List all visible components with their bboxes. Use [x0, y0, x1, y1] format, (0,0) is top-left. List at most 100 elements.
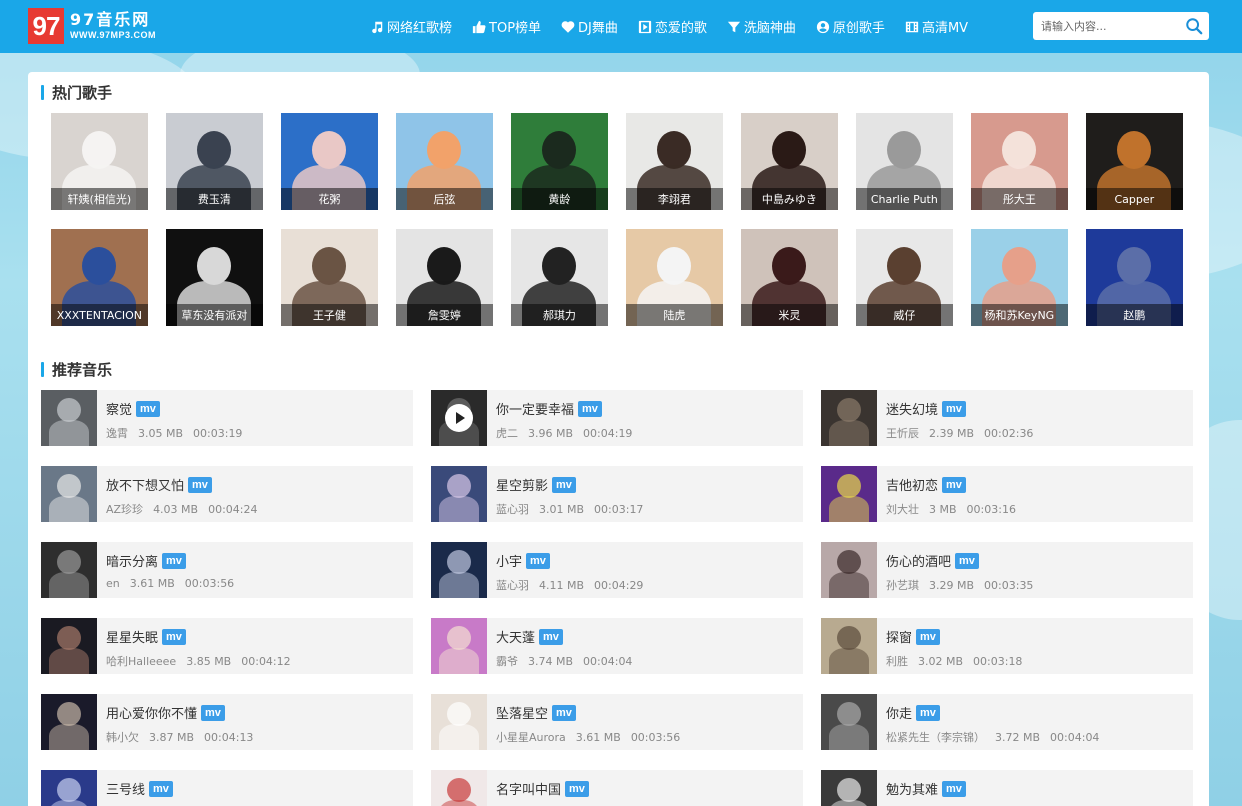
- song-item[interactable]: 伤心的酒吧 mv 孙艺琪 3.29 MB 00:03:35: [821, 542, 1193, 598]
- song-artist[interactable]: 虎二: [496, 427, 518, 440]
- song-artist[interactable]: 蓝心羽: [496, 579, 529, 592]
- singer-card[interactable]: 草东没有派对: [166, 229, 263, 326]
- song-artist[interactable]: 刘大壮: [886, 503, 919, 516]
- nav-item-film[interactable]: 高清MV: [905, 17, 968, 36]
- song-item[interactable]: 察觉 mv 逸霄 3.05 MB 00:03:19: [41, 390, 413, 446]
- singer-card[interactable]: 花粥: [281, 113, 378, 210]
- song-artist[interactable]: 利胜: [886, 655, 908, 668]
- nav-item-thumbs-up[interactable]: TOP榜单: [472, 17, 541, 36]
- singer-card[interactable]: 中島みゆき: [741, 113, 838, 210]
- song-artist[interactable]: 逸霄: [106, 427, 128, 440]
- nav-item-filter[interactable]: 洗脑神曲: [727, 17, 796, 36]
- singer-card[interactable]: 杨和苏KeyNG: [971, 229, 1068, 326]
- song-title[interactable]: 星星失眠: [106, 627, 158, 646]
- song-title[interactable]: 迷失幻境: [886, 399, 938, 418]
- song-artist[interactable]: AZ珍珍: [106, 503, 143, 516]
- mv-badge[interactable]: mv: [162, 628, 186, 645]
- mv-badge[interactable]: mv: [565, 780, 589, 797]
- mv-badge[interactable]: mv: [149, 780, 173, 797]
- mv-badge[interactable]: mv: [526, 552, 550, 569]
- song-item[interactable]: 坠落星空 mv 小星星Aurora 3.61 MB 00:03:56: [431, 694, 803, 750]
- song-title[interactable]: 伤心的酒吧: [886, 551, 951, 570]
- song-item[interactable]: 放不下想又怕 mv AZ珍珍 4.03 MB 00:04:24: [41, 466, 413, 522]
- site-logo[interactable]: 97 97音乐网 WWW.97MP3.COM: [28, 8, 156, 44]
- mv-badge[interactable]: mv: [188, 476, 212, 493]
- song-item[interactable]: 你走 mv 松紧先生（李宗锦） 3.72 MB 00:04:04: [821, 694, 1193, 750]
- singer-card[interactable]: Charlie Puth: [856, 113, 953, 210]
- singer-card[interactable]: 詹雯婷: [396, 229, 493, 326]
- mv-badge[interactable]: mv: [955, 552, 979, 569]
- mv-badge[interactable]: mv: [578, 400, 602, 417]
- singer-card[interactable]: XXXTENTACION: [51, 229, 148, 326]
- play-icon[interactable]: [445, 404, 473, 432]
- singer-card[interactable]: 后弦: [396, 113, 493, 210]
- song-item[interactable]: 名字叫中国 mv: [431, 770, 803, 806]
- mv-badge[interactable]: mv: [162, 552, 186, 569]
- singer-card[interactable]: 陆虎: [626, 229, 723, 326]
- song-item[interactable]: 暗示分离 mv en 3.61 MB 00:03:56: [41, 542, 413, 598]
- singer-card[interactable]: 费玉清: [166, 113, 263, 210]
- song-title[interactable]: 吉他初恋: [886, 475, 938, 494]
- song-item[interactable]: 星空剪影 mv 蓝心羽 3.01 MB 00:03:17: [431, 466, 803, 522]
- singer-card[interactable]: 彤大王: [971, 113, 1068, 210]
- song-title[interactable]: 察觉: [106, 399, 132, 418]
- song-title[interactable]: 暗示分离: [106, 551, 158, 570]
- song-artist[interactable]: 韩小欠: [106, 731, 139, 744]
- mv-badge[interactable]: mv: [942, 400, 966, 417]
- song-item[interactable]: 大天蓬 mv 霸爷 3.74 MB 00:04:04: [431, 618, 803, 674]
- song-item[interactable]: 吉他初恋 mv 刘大壮 3 MB 00:03:16: [821, 466, 1193, 522]
- song-artist[interactable]: 小星星Aurora: [496, 731, 566, 744]
- nav-item-heart[interactable]: DJ舞曲: [561, 17, 618, 36]
- nav-item-music-note[interactable]: 网络红歌榜: [370, 17, 452, 36]
- song-title[interactable]: 你走: [886, 703, 912, 722]
- song-artist[interactable]: 蓝心羽: [496, 503, 529, 516]
- mv-badge[interactable]: mv: [942, 476, 966, 493]
- singer-card[interactable]: 威仔: [856, 229, 953, 326]
- song-title[interactable]: 探窗: [886, 627, 912, 646]
- song-artist[interactable]: en: [106, 577, 120, 590]
- song-title[interactable]: 小宇: [496, 551, 522, 570]
- song-item[interactable]: 用心爱你你不懂 mv 韩小欠 3.87 MB 00:04:13: [41, 694, 413, 750]
- search-icon[interactable]: [1185, 17, 1203, 35]
- song-artist[interactable]: 哈利Halleeee: [106, 655, 176, 668]
- mv-badge[interactable]: mv: [916, 628, 940, 645]
- mv-badge[interactable]: mv: [552, 476, 576, 493]
- singer-card[interactable]: Capper: [1086, 113, 1183, 210]
- singer-card[interactable]: 赵鹏: [1086, 229, 1183, 326]
- mv-badge[interactable]: mv: [201, 704, 225, 721]
- song-title[interactable]: 星空剪影: [496, 475, 548, 494]
- song-title[interactable]: 放不下想又怕: [106, 475, 184, 494]
- song-artist[interactable]: 王忻辰: [886, 427, 919, 440]
- song-artist[interactable]: 松紧先生（李宗锦）: [886, 731, 985, 744]
- song-item[interactable]: 探窗 mv 利胜 3.02 MB 00:03:18: [821, 618, 1193, 674]
- song-item[interactable]: 三号线 mv: [41, 770, 413, 806]
- song-title[interactable]: 你一定要幸福: [496, 399, 574, 418]
- mv-badge[interactable]: mv: [942, 780, 966, 797]
- singer-card[interactable]: 李翊君: [626, 113, 723, 210]
- mv-badge[interactable]: mv: [539, 628, 563, 645]
- song-artist[interactable]: 霸爷: [496, 655, 518, 668]
- song-title[interactable]: 三号线: [106, 779, 145, 798]
- mv-badge[interactable]: mv: [552, 704, 576, 721]
- singer-card[interactable]: 王子健: [281, 229, 378, 326]
- nav-item-user-circle[interactable]: 原创歌手: [816, 17, 885, 36]
- song-item[interactable]: 星星失眠 mv 哈利Halleeee 3.85 MB 00:04:12: [41, 618, 413, 674]
- search-input[interactable]: [1041, 19, 1181, 33]
- song-item[interactable]: 小宇 mv 蓝心羽 4.11 MB 00:04:29: [431, 542, 803, 598]
- nav-item-play-square[interactable]: 恋爱的歌: [638, 17, 707, 36]
- song-item[interactable]: 勉为其难 mv: [821, 770, 1193, 806]
- song-title[interactable]: 勉为其难: [886, 779, 938, 798]
- song-item[interactable]: 迷失幻境 mv 王忻辰 2.39 MB 00:02:36: [821, 390, 1193, 446]
- mv-badge[interactable]: mv: [916, 704, 940, 721]
- song-title[interactable]: 名字叫中国: [496, 779, 561, 798]
- song-title[interactable]: 大天蓬: [496, 627, 535, 646]
- song-title[interactable]: 坠落星空: [496, 703, 548, 722]
- singer-card[interactable]: 黄龄: [511, 113, 608, 210]
- singer-card[interactable]: 轩姨(相信光): [51, 113, 148, 210]
- song-item[interactable]: 你一定要幸福 mv 虎二 3.96 MB 00:04:19: [431, 390, 803, 446]
- singer-card[interactable]: 米灵: [741, 229, 838, 326]
- mv-badge[interactable]: mv: [136, 400, 160, 417]
- singer-card[interactable]: 郝琪力: [511, 229, 608, 326]
- song-artist[interactable]: 孙艺琪: [886, 579, 919, 592]
- song-title[interactable]: 用心爱你你不懂: [106, 703, 197, 722]
